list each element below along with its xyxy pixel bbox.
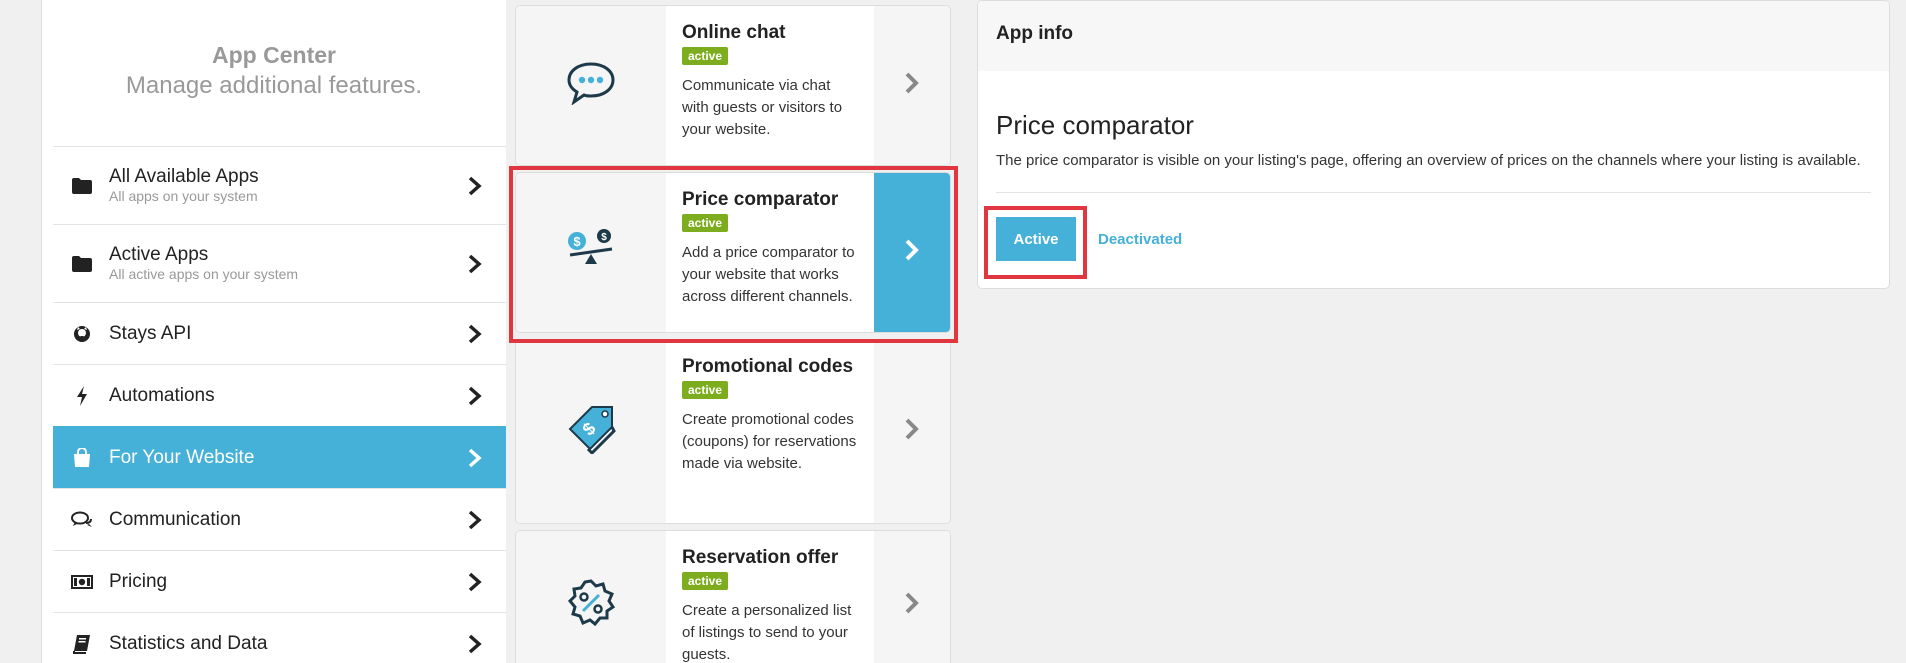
status-badge: active [682,47,729,65]
chevron-right-icon [468,510,482,530]
panel-header: App info [978,1,1889,71]
sidebar-item-label: Communication [109,508,241,530]
card-body: Online chat active Communicate via chat … [666,6,874,165]
status-toggle-group: Active Deactivated [996,217,1871,261]
chevron-right-icon [904,71,920,100]
sidebar-item-pricing[interactable]: Pricing [53,550,506,612]
chevron-right-icon [468,254,482,274]
shopping-bag-icon [71,447,93,469]
app-card-reservation-offer[interactable]: Reservation offer active Create a person… [515,530,951,663]
chevron-right-icon [468,448,482,468]
card-open-button[interactable] [874,173,950,332]
tag-icon: $ [564,404,618,459]
card-open-button[interactable] [874,531,950,663]
card-open-button[interactable] [874,6,950,165]
book-icon [71,633,93,655]
panel-divider [996,192,1871,193]
sidebar-item-sublabel: All active apps on your system [109,266,299,282]
panel-body: Price comparator The price comparator is… [978,71,1889,261]
app-center-page: App Center Manage additional features. A… [0,0,1906,663]
card-title: Online chat [682,22,786,43]
card-body: Promotional codes active Create promotio… [666,340,874,523]
app-card-price-comparator[interactable]: $ $ Price comparator active Add a price c… [515,172,951,333]
sidebar-item-all-available-apps[interactable]: All Available Apps All apps on your syst… [53,146,506,224]
card-open-button[interactable] [874,340,950,523]
card-title: Reservation offer [682,547,839,568]
sidebar-item-statistics-and-data[interactable]: Statistics and Data [53,612,506,663]
app-card-promotional-codes[interactable]: $ Promotional codes active Create promot… [515,339,951,524]
card-description: Create promotional codes (coupons) for r… [682,411,857,472]
scale-icon: $ $ [564,228,618,277]
lightning-icon [71,385,93,407]
sidebar-item-for-your-website[interactable]: For Your Website [53,426,506,488]
status-badge: active [682,572,729,590]
panel-title: Price comparator [996,110,1194,140]
money-icon [71,571,93,593]
chevron-right-icon [904,591,920,620]
svg-text:$: $ [601,232,607,243]
sidebar-item-label: Pricing [109,570,168,592]
sidebar-header: App Center Manage additional features. [42,0,506,146]
chat-bubbles-icon [71,509,93,531]
sidebar-item-label: Active Apps [109,244,209,265]
chevron-right-icon [904,238,920,267]
chevron-right-icon [468,386,482,406]
active-button[interactable]: Active [996,217,1076,261]
sidebar-item-stays-api[interactable]: Stays API [53,302,506,364]
sidebar-item-label: Automations [109,384,215,406]
percent-badge-icon [566,578,616,633]
sidebar-title: App Center [212,42,336,68]
card-description: Add a price comparator to your website t… [682,244,855,305]
sidebar-item-active-apps[interactable]: Active Apps All active apps on your syst… [53,224,506,302]
chevron-right-icon [468,634,482,654]
chevron-right-icon [468,324,482,344]
card-body: Price comparator active Add a price comp… [666,173,874,332]
card-description: Create a personalized list of listings t… [682,602,852,663]
sidebar-item-automations[interactable]: Automations [53,364,506,426]
status-badge: active [682,214,729,232]
sidebar: App Center Manage additional features. A… [41,0,506,663]
card-icon-area: $ [516,340,666,523]
panel-description: The price comparator is visible on your … [996,152,1861,169]
status-badge: active [682,381,729,399]
chevron-right-icon [468,176,482,196]
chevron-right-icon [904,417,920,446]
svg-text:$: $ [573,234,581,249]
card-icon-area [516,531,666,663]
app-info-panel: App info Price comparator The price comp… [977,0,1890,289]
card-title: Price comparator [682,189,839,210]
sidebar-item-label: Stays API [109,322,192,344]
sidebar-subtitle: Manage additional features. [125,72,423,99]
card-body: Reservation offer active Create a person… [666,531,874,663]
card-description: Communicate via chat with guests or visi… [682,77,843,138]
sidebar-list: All Available Apps All apps on your syst… [53,146,506,663]
folder-icon [71,175,93,197]
card-icon-area: $ $ [516,173,666,332]
deactivated-link[interactable]: Deactivated [1098,231,1182,248]
chevron-right-icon [468,572,482,592]
sidebar-item-label: Statistics and Data [109,632,268,654]
sidebar-item-label: All Available Apps [109,166,259,187]
sidebar-item-sublabel: All apps on your system [109,188,258,204]
app-card-online-chat[interactable]: Online chat active Communicate via chat … [515,5,951,166]
card-title: Promotional codes [682,356,854,377]
folder-icon [71,253,93,275]
card-icon-area [516,6,666,165]
sidebar-item-label: For Your Website [109,446,255,468]
sidebar-item-communication[interactable]: Communication [53,488,506,550]
github-icon [71,323,93,345]
chat-bubble-icon [566,61,616,110]
